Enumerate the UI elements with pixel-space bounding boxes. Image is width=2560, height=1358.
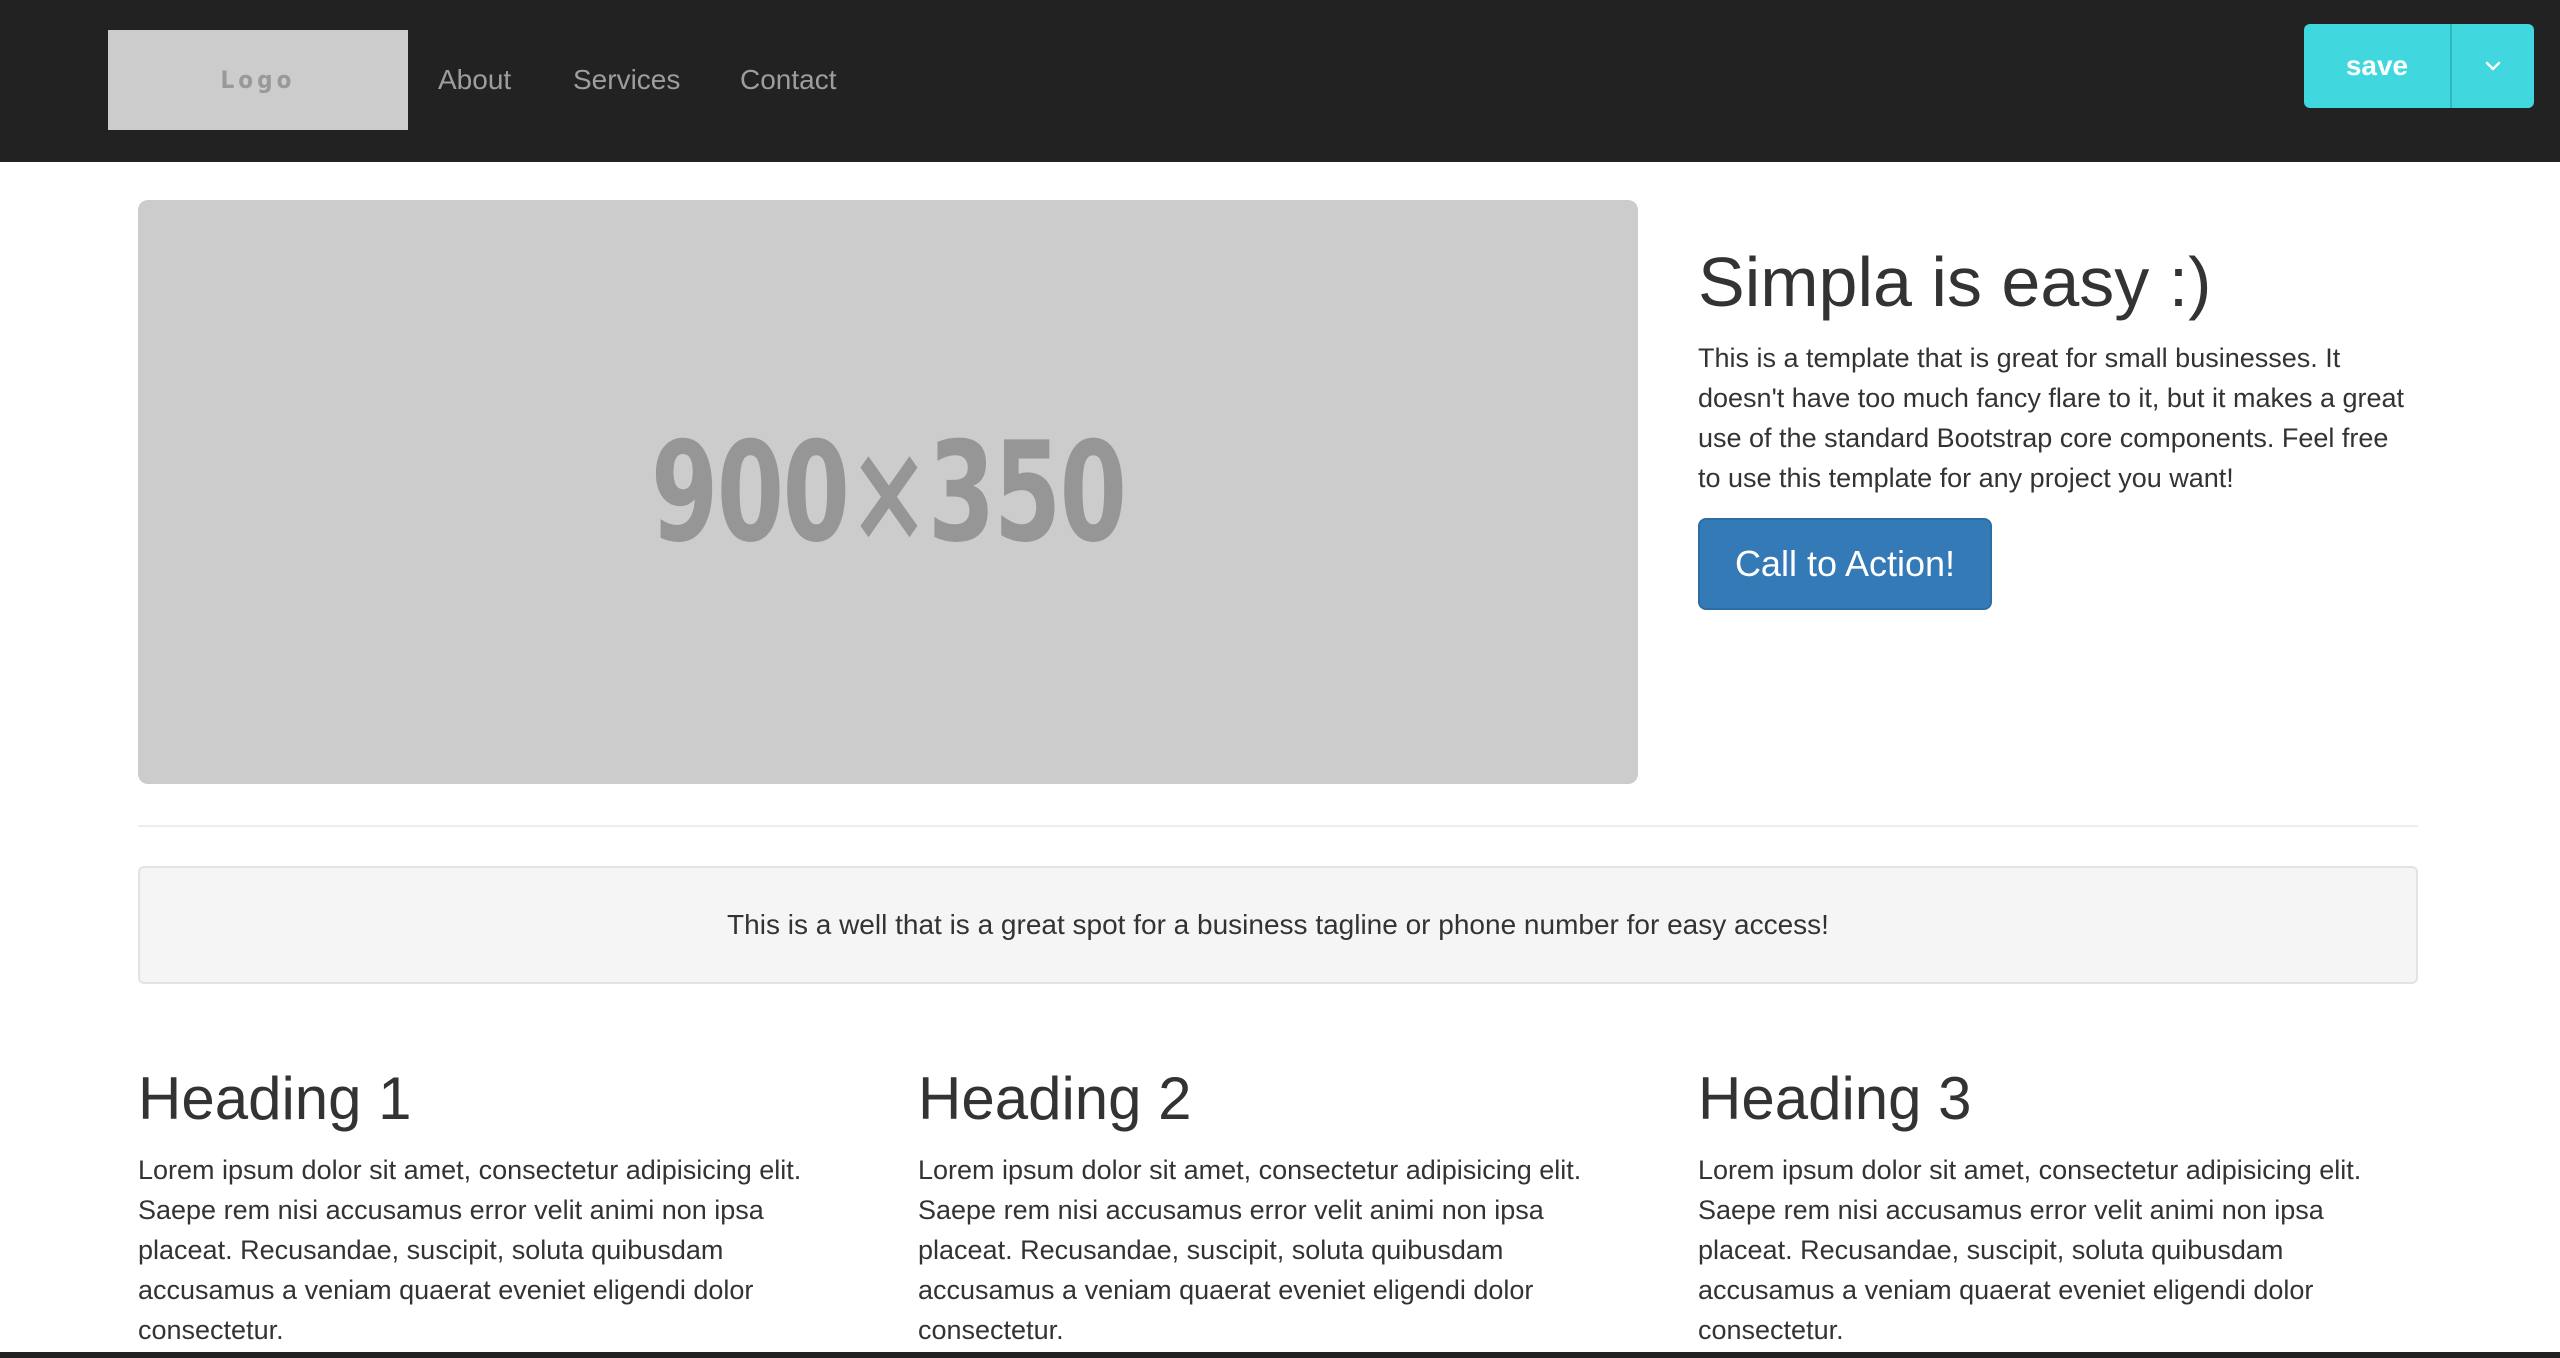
nav-link-about[interactable]: About xyxy=(438,62,511,98)
hero-description: This is a template that is great for sma… xyxy=(1698,343,2405,493)
top-navbar: Logo About Services Contact save xyxy=(0,0,2560,162)
chevron-down-icon xyxy=(2485,61,2501,71)
tagline-well: This is a well that is a great spot for … xyxy=(138,866,2418,984)
column-heading: Heading 1 xyxy=(138,1065,412,1132)
column-heading: Heading 3 xyxy=(1698,1065,1972,1132)
hero-title: Simpla is easy :) xyxy=(1698,243,2212,321)
column-text: Lorem ipsum dolor sit amet, consectetur … xyxy=(138,1155,802,1345)
feature-column-3: Heading 3 Lorem ipsum dolor sit amet, co… xyxy=(1698,1062,2418,1350)
logo[interactable]: Logo xyxy=(108,30,408,130)
call-to-action-button[interactable]: Call to Action! xyxy=(1698,518,1992,610)
column-text: Lorem ipsum dolor sit amet, consectetur … xyxy=(918,1155,1582,1345)
save-button[interactable]: save xyxy=(2304,24,2450,108)
feature-column-2: Heading 2 Lorem ipsum dolor sit amet, co… xyxy=(918,1062,1638,1350)
hero-placeholder-image: 900×350 xyxy=(138,200,1638,784)
column-heading: Heading 2 xyxy=(918,1065,1192,1132)
nav-link-services[interactable]: Services xyxy=(573,62,680,98)
well-text: This is a well that is a great spot for … xyxy=(727,909,1829,940)
column-text: Lorem ipsum dolor sit amet, consectetur … xyxy=(1698,1155,2362,1345)
divider xyxy=(138,825,2418,827)
page-content: 900×350 Simpla is easy :) This is a temp… xyxy=(0,162,2560,1352)
save-button-group: save xyxy=(2304,24,2534,108)
feature-column-1: Heading 1 Lorem ipsum dolor sit amet, co… xyxy=(138,1062,858,1350)
save-dropdown-toggle[interactable] xyxy=(2452,24,2534,108)
nav-link-contact[interactable]: Contact xyxy=(740,62,837,98)
logo-text: Logo xyxy=(220,66,296,94)
hero-image-dimensions: 900×350 xyxy=(650,411,1127,573)
